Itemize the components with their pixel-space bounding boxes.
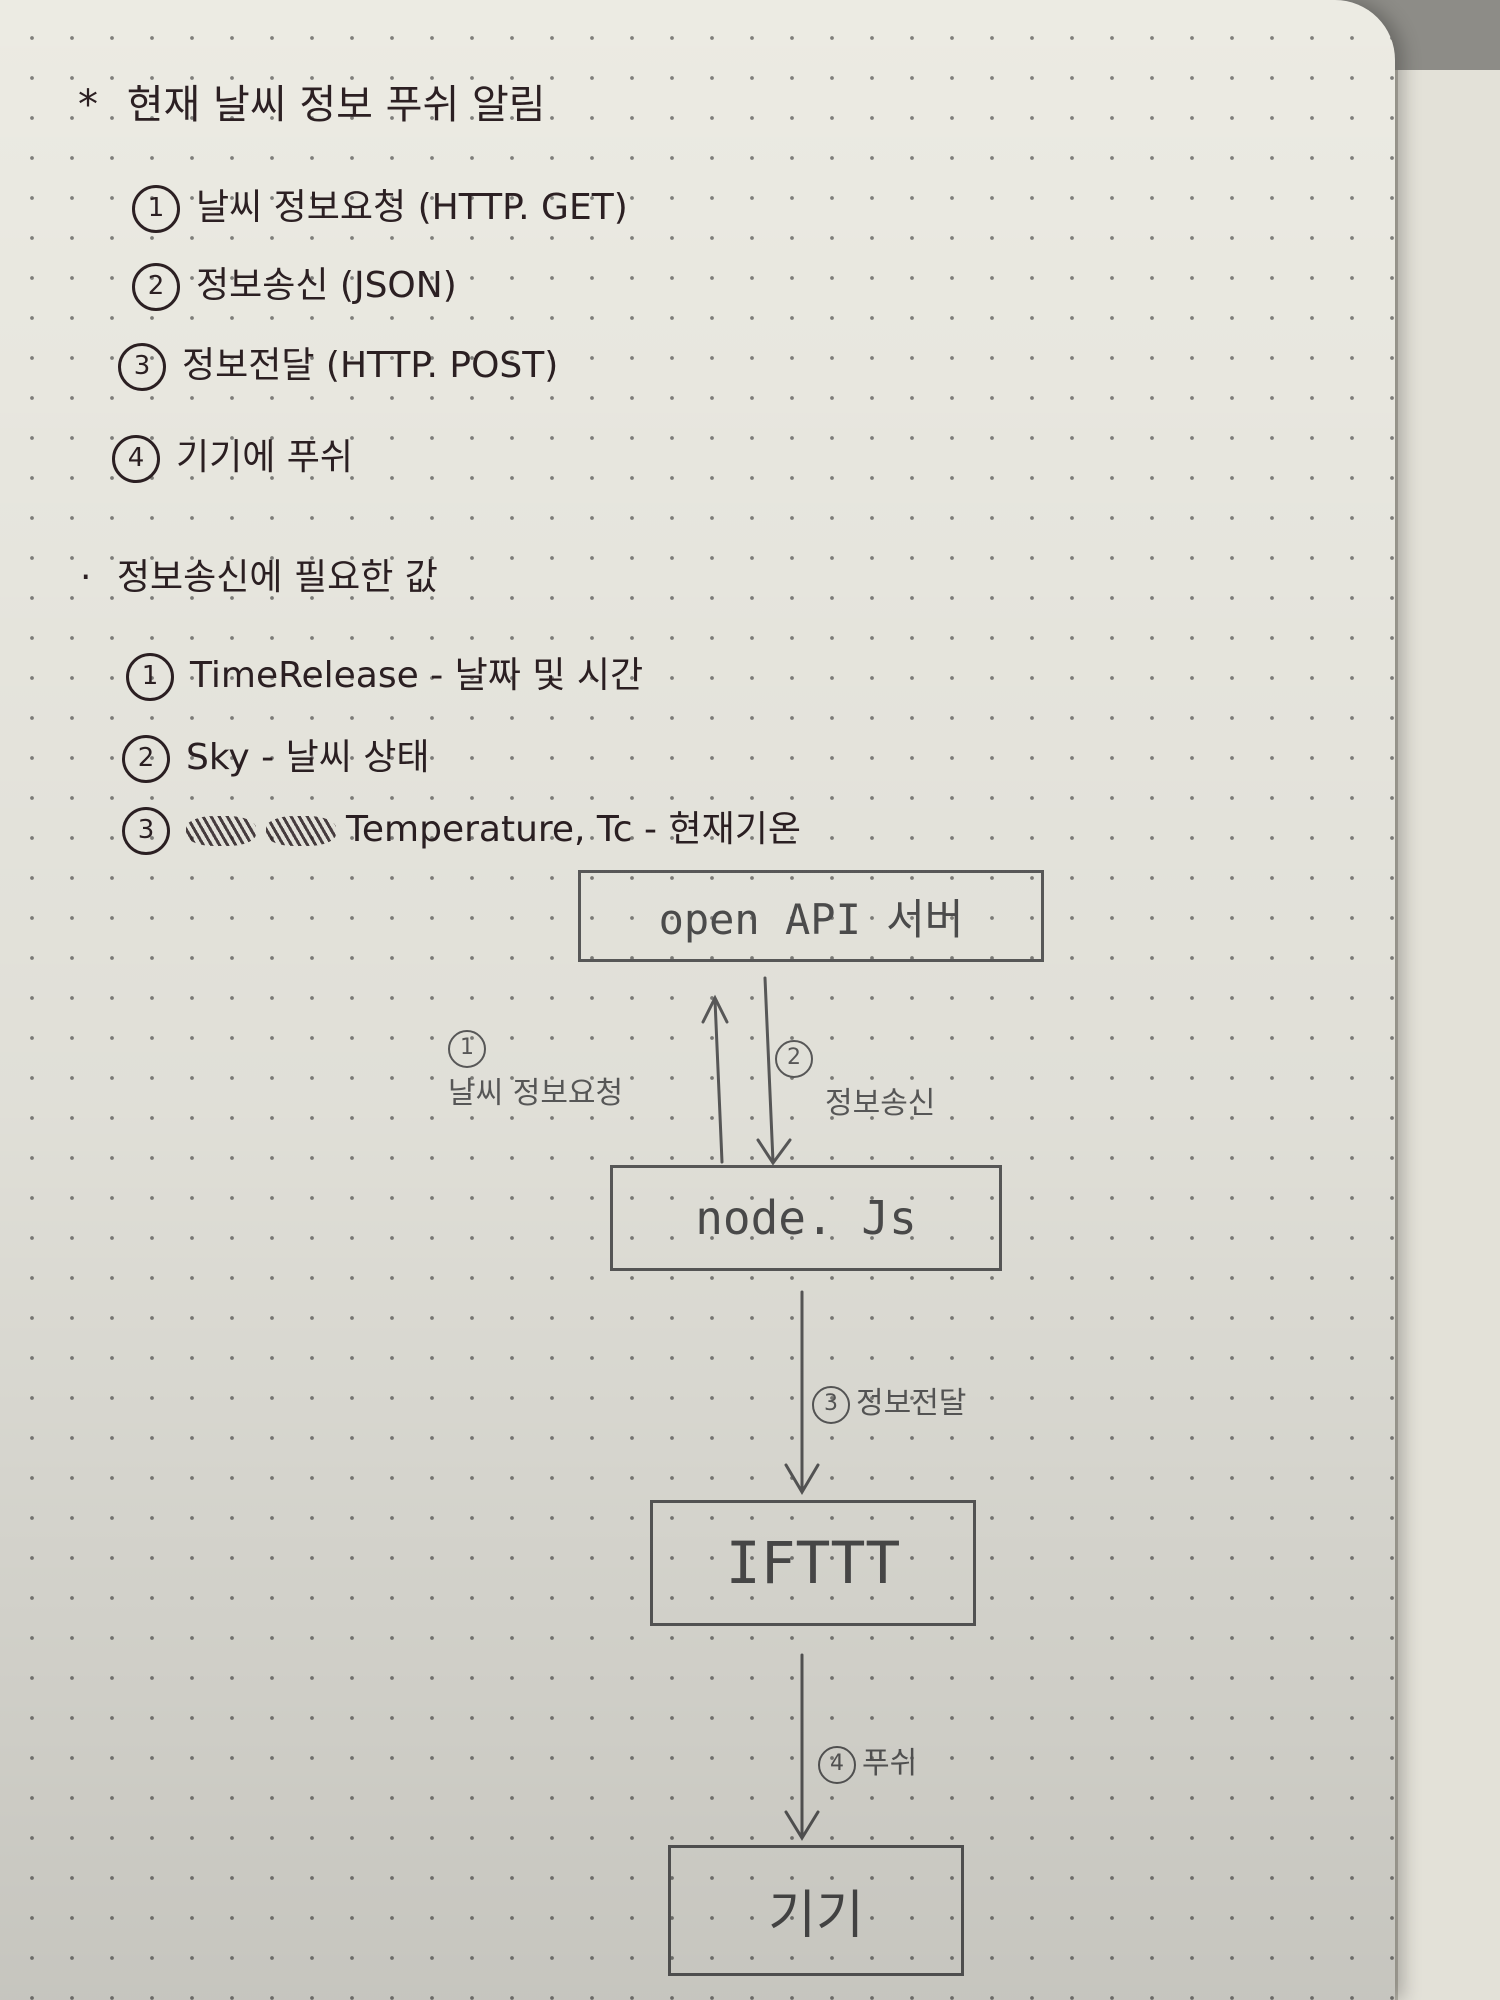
edge-number: 4 xyxy=(818,1745,856,1784)
edge-label-request: 1 날씨 정보요청 xyxy=(448,1030,623,1112)
edge-label-response: 2 정보송신 xyxy=(775,1040,935,1122)
next-notebook-page xyxy=(1395,70,1500,2000)
edge-label-forward: 3 정보전달 xyxy=(812,1378,966,1424)
edge-number: 2 xyxy=(775,1040,813,1078)
node-device: 기기 xyxy=(668,1845,964,1976)
node-label: open API 서버 xyxy=(658,894,964,944)
notebook-page: * 현재 날씨 정보 푸쉬 알림 1 날씨 정보요청 (HTTP. GET) 2정… xyxy=(0,0,1395,2000)
node-label: IFTTT xyxy=(725,1529,901,1597)
node-ifttt: IFTTT xyxy=(650,1500,976,1626)
arrow-request-up xyxy=(713,998,724,1164)
node-label: node. Js xyxy=(695,1191,917,1245)
edge-label-push: 4 푸쉬 xyxy=(818,1738,917,1784)
node-nodejs: node. Js xyxy=(610,1165,1002,1271)
diagram-arrows xyxy=(701,976,820,1841)
edge-text: 날씨 정보요청 xyxy=(448,1076,624,1111)
edge-text: 정보송신 xyxy=(825,1086,936,1121)
arrow-response-down xyxy=(763,976,775,1164)
node-open-api-server: open API 서버 xyxy=(578,870,1044,962)
edge-text: 푸쉬 xyxy=(862,1746,918,1781)
edge-number: 3 xyxy=(812,1385,850,1424)
node-label: 기기 xyxy=(768,1886,864,1946)
edge-text: 정보전달 xyxy=(856,1386,967,1421)
edge-number: 1 xyxy=(448,1030,486,1068)
